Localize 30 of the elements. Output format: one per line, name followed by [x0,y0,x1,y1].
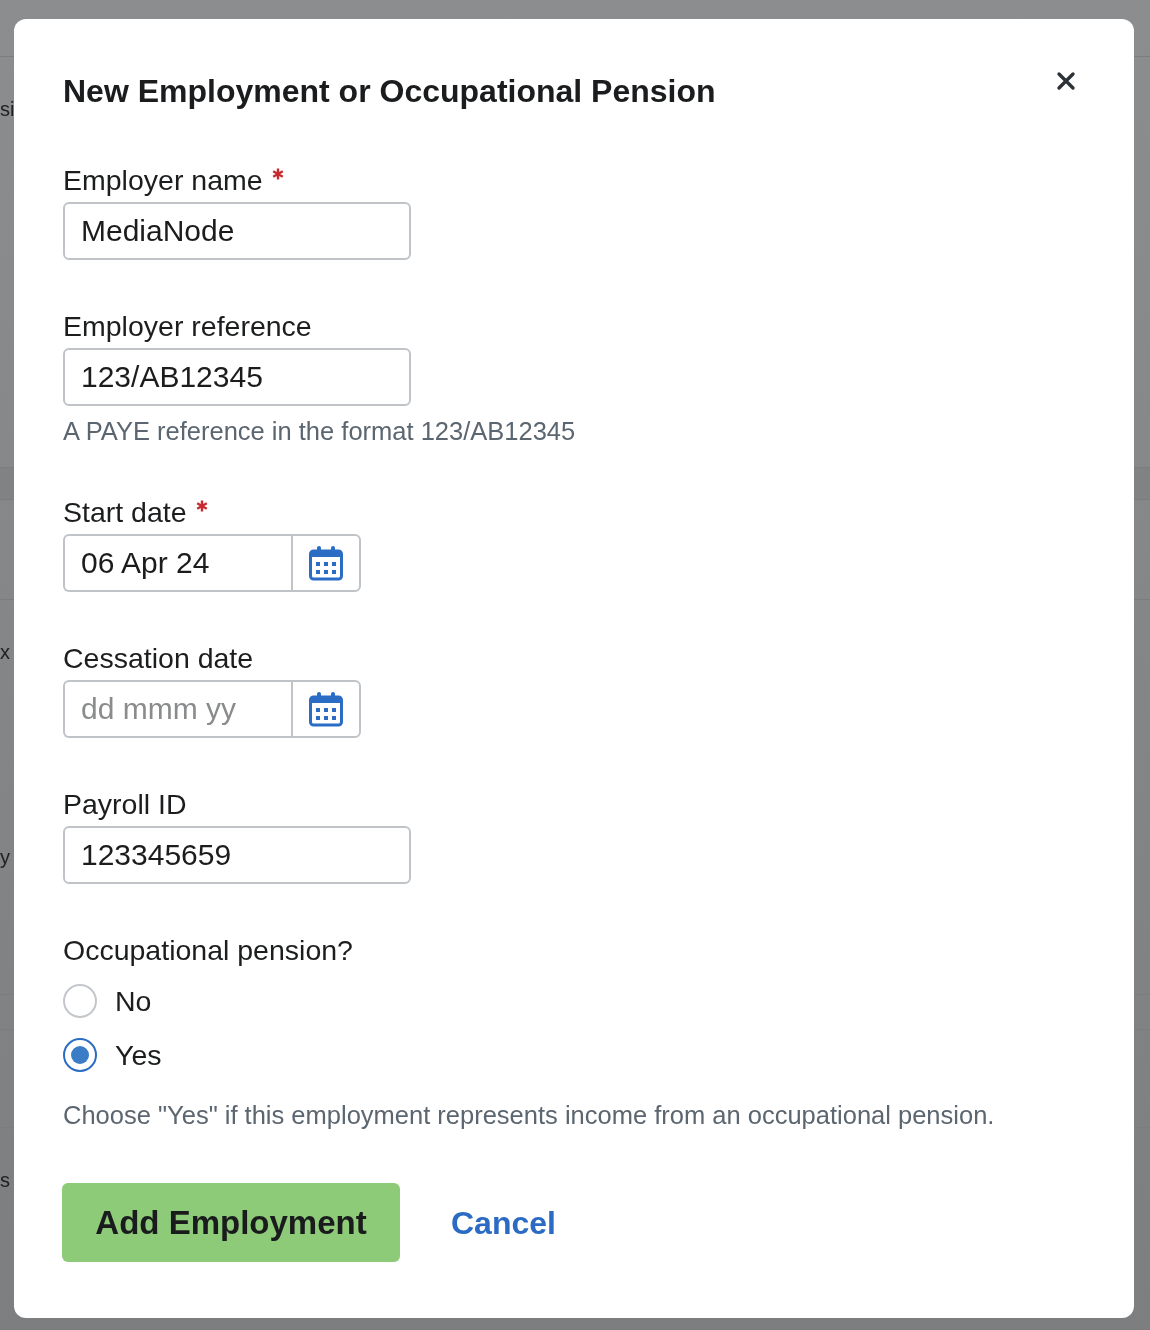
calendar-icon [308,545,344,581]
radio-label[interactable]: Yes [115,1039,162,1071]
radio-button[interactable] [63,1038,97,1072]
radio-label[interactable]: No [115,985,152,1017]
close-icon [1056,71,1076,91]
background-text: x [0,640,10,664]
help-text: A PAYE reference in the format 123/AB12345 [63,416,576,446]
cancel-link[interactable]: Cancel [451,1202,556,1243]
input-field[interactable]: MediaNode [63,202,411,260]
field-label: Payroll ID [63,788,187,820]
date-field[interactable]: dd mmm yy [63,680,291,738]
input-field[interactable]: 123345659 [63,826,411,884]
background-text: si [0,97,15,121]
field-label: Employer name [63,164,263,196]
radio-button[interactable] [63,984,97,1018]
field-label: Employer reference [63,310,312,342]
help-text: Choose "Yes" if this employment represents income from an occupational pension. [63,1100,995,1130]
calendar-button[interactable] [291,534,361,592]
dialog-title: New Employment or Occupational Pension [63,73,716,109]
field-label: Start date [63,496,187,528]
calendar-button[interactable] [291,680,361,738]
date-field[interactable]: 06 Apr 24 [63,534,291,592]
close-button[interactable] [1056,71,1076,91]
background-text: y [0,845,10,869]
field-label: Occupational pension? [63,934,353,966]
calendar-icon [308,691,344,727]
add-employment-button[interactable]: Add Employment [62,1183,400,1262]
field-label: Cessation date [63,642,254,674]
background-text: s [0,1168,10,1192]
input-field[interactable]: 123/AB12345 [63,348,411,406]
